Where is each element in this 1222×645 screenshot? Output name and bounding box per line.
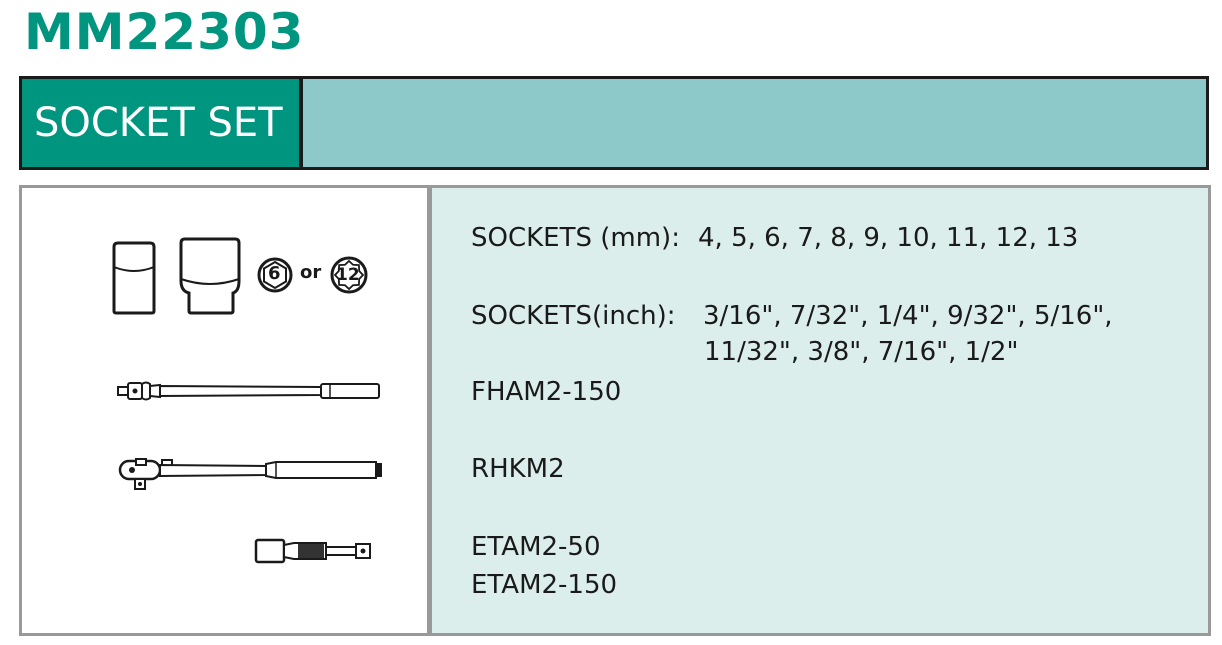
deep-socket-icon: [179, 237, 241, 315]
item-code: RHKM2: [471, 454, 565, 484]
section-title: SOCKET SET: [22, 79, 303, 167]
sockets-inch-line2: 11/32", 3/8", 7/16", 1/2": [704, 337, 1019, 367]
item-code: ETAM2-50: [471, 532, 601, 562]
product-code: MM22303: [24, 3, 305, 61]
sockets-inch-label: SOCKETS(inch):: [471, 301, 676, 331]
bihex-12-label: 12: [336, 265, 360, 285]
flex-handle-icon: [117, 381, 380, 401]
sockets-mm-values: 4, 5, 6, 7, 8, 9, 10, 11, 12, 13: [698, 223, 1079, 253]
sockets-inch-line1: 3/16", 7/32", 1/4", 9/32", 5/16",: [703, 301, 1113, 331]
illustration-column: 6 or 12: [22, 188, 432, 633]
hex-6-label: 6: [268, 263, 281, 284]
item-code: ETAM2-150: [471, 570, 618, 600]
ratchet-handle-icon: [118, 458, 382, 490]
title-bar: SOCKET SET: [19, 76, 1209, 170]
short-socket-icon: [112, 241, 156, 315]
sockets-mm-label: SOCKETS (mm):: [471, 223, 680, 253]
specification-column: SOCKETS (mm): 4, 5, 6, 7, 8, 9, 10, 11, …: [432, 188, 1208, 633]
extension-bar-icon: [254, 538, 371, 564]
content-panel: 6 or 12 SOCKETS (mm): 4, 5, 6, 7, 8, 9, …: [19, 185, 1211, 636]
or-label: or: [300, 262, 322, 283]
item-code: FHAM2-150: [471, 377, 622, 407]
